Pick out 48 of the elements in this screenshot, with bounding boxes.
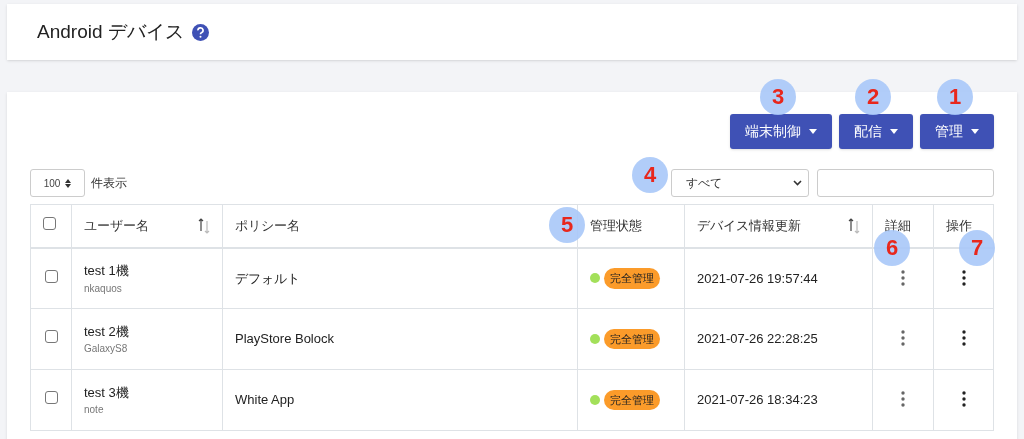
table-cell: 2021-07-26 22:28:25 <box>684 308 873 370</box>
help-icon[interactable] <box>191 23 209 41</box>
sort-icon[interactable] <box>198 216 210 235</box>
more-icon <box>961 269 966 286</box>
user-name: test 1機 <box>84 262 130 280</box>
updown-icon <box>65 178 72 188</box>
dropdown-button[interactable]: 配信 <box>839 114 913 149</box>
more-icon <box>901 391 905 408</box>
checkbox[interactable] <box>44 269 58 283</box>
page-length-label: 件表示 <box>91 175 127 192</box>
column-label: ユーザー名 <box>84 217 149 235</box>
number-callout: 2 <box>855 79 891 115</box>
more-icon <box>961 391 966 408</box>
caret-icon <box>890 129 898 134</box>
table-cell: White App <box>222 369 578 431</box>
more-icon <box>901 269 905 286</box>
filter-select[interactable]: すべて <box>671 169 809 197</box>
user-name: test 3機 <box>84 383 130 402</box>
sort-icon[interactable] <box>848 216 860 235</box>
checkbox[interactable] <box>44 391 58 405</box>
table-cell: PlayStore Bolock <box>222 308 578 370</box>
checkbox[interactable] <box>44 330 58 344</box>
column-label: デバイス情報更新 <box>697 217 801 235</box>
user-name: test 2機 <box>84 322 130 341</box>
more-icon <box>961 330 966 347</box>
checkbox[interactable] <box>43 217 56 230</box>
number-callout: 3 <box>760 79 796 115</box>
device-name: GalaxyS8 <box>84 342 129 357</box>
chevron-down-icon <box>793 180 802 186</box>
search-field[interactable] <box>817 169 994 197</box>
caret-icon <box>971 129 979 134</box>
more-icon <box>901 330 905 347</box>
column-label: ポリシー名 <box>235 217 300 235</box>
column-label: 管理状態 <box>590 217 642 235</box>
device-name: note <box>84 403 105 418</box>
status-tag: 完全管理 <box>604 328 660 350</box>
table-cell: デフォルト <box>222 247 578 309</box>
page-length-select[interactable]: 100 <box>30 169 85 197</box>
caret-icon <box>809 129 817 134</box>
dropdown-button[interactable]: 管理 <box>920 114 994 149</box>
device-name: nkaquos <box>84 281 123 296</box>
status-tag: 完全管理 <box>604 268 660 289</box>
table-cell: 2021-07-26 19:57:44 <box>684 247 873 309</box>
status-tag: 完全管理 <box>604 389 660 411</box>
page-title: Android デバイス <box>37 19 184 44</box>
number-callout: 1 <box>937 79 973 115</box>
table-cell: 2021-07-26 18:34:23 <box>684 369 873 431</box>
dropdown-button[interactable]: 端末制御 <box>730 114 832 149</box>
